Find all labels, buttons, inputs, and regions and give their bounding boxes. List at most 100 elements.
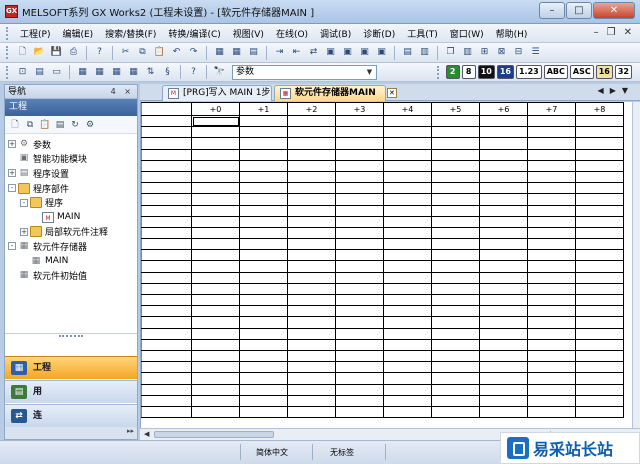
monitor-start-icon[interactable]: ▣ [323,45,338,60]
row-header[interactable] [141,193,192,206]
memory-cell[interactable] [431,193,480,206]
row-header[interactable] [141,114,192,128]
tree-item-program-setting[interactable]: + ▤ 程序设置 [5,166,137,181]
row-header[interactable] [141,249,192,262]
memory-cell[interactable] [191,126,240,139]
tab-scroll-left-icon[interactable]: ◀ [598,86,610,95]
memory-cell[interactable] [431,238,480,251]
memory-cell[interactable] [287,204,336,217]
memory-cell[interactable] [335,226,384,240]
nav-tab-project[interactable]: ▦ 工程 [5,356,137,379]
memory-cell[interactable] [287,170,336,184]
diagnostics-list-icon[interactable]: ▥ [417,45,432,60]
memory-cell[interactable] [575,260,624,273]
memory-cell[interactable] [479,372,528,385]
memory-cell[interactable] [527,114,576,128]
row-header[interactable] [141,338,192,351]
memory-cell[interactable] [239,338,288,351]
memory-cell[interactable] [335,282,384,296]
memory-cell[interactable] [431,137,480,150]
memory-cell[interactable] [335,394,384,407]
memory-cell[interactable] [239,249,288,262]
memory-cell[interactable] [527,327,576,340]
memory-cell[interactable] [383,204,432,217]
memory-cell[interactable] [239,193,288,206]
memory-cell[interactable] [335,305,384,318]
memory-cell[interactable] [383,126,432,139]
verify-icon[interactable]: ⇄ [306,45,321,60]
memory-cell[interactable] [239,260,288,273]
memory-cell[interactable] [479,316,528,329]
menu-online[interactable]: 在线(O) [270,27,314,40]
format-string-button[interactable]: ABC [543,65,568,79]
scroll-thumb[interactable] [154,431,274,438]
memory-cell[interactable] [191,338,240,351]
menu-find-replace[interactable]: 搜索/替换(F) [99,27,162,40]
memory-cell[interactable] [287,305,336,318]
memory-cell[interactable] [479,361,528,374]
memory-cell[interactable] [527,405,576,419]
memory-cell[interactable] [239,405,288,419]
device-list-icon[interactable]: ▦ [75,65,90,80]
memory-cell[interactable] [431,204,480,217]
memory-cell[interactable] [191,327,240,340]
memory-cell[interactable] [479,249,528,262]
format-hex-button[interactable]: 16 [496,65,514,79]
memory-cell[interactable] [383,260,432,273]
memory-cell[interactable] [191,394,240,407]
memory-cell[interactable] [287,271,336,284]
memory-cell[interactable] [383,293,432,307]
memory-cell[interactable] [575,316,624,329]
device-combo[interactable]: 参数 ▼ [232,64,377,80]
memory-cell[interactable] [239,383,288,396]
collapse-icon[interactable]: - [8,184,16,193]
tree-item-main-program[interactable]: M MAIN [5,210,137,225]
memory-cell[interactable] [383,305,432,318]
memory-cell[interactable] [239,372,288,385]
memory-cell[interactable] [383,226,432,240]
memory-cell[interactable] [383,137,432,150]
memory-cell[interactable] [527,126,576,139]
memory-cell[interactable] [479,293,528,307]
memory-cell[interactable] [383,159,432,172]
memory-cell[interactable] [191,238,240,251]
memory-cell[interactable] [383,182,432,195]
memory-cell[interactable] [575,405,624,419]
memory-cell[interactable] [431,215,480,228]
device-io-icon[interactable]: ⇅ [143,65,158,80]
memory-cell[interactable] [575,372,624,385]
row-header[interactable] [141,405,192,419]
memory-cell[interactable] [383,405,432,419]
mdi-minimize-icon[interactable]: – [594,27,599,38]
memory-cell[interactable] [239,238,288,251]
memory-cell[interactable] [575,349,624,363]
memory-cell[interactable] [527,193,576,206]
tab-program-main[interactable]: M [PRG]写入 MAIN 1步 [162,85,272,101]
window-cascade-icon[interactable]: ❐ [443,45,458,60]
memory-cell[interactable] [335,327,384,340]
memory-cell[interactable] [191,114,240,128]
row-header[interactable] [141,316,192,329]
menu-edit[interactable]: 编辑(E) [56,27,99,40]
memory-cell[interactable] [287,114,336,128]
memory-cell[interactable] [575,148,624,161]
memory-cell[interactable] [287,260,336,273]
minimize-button[interactable]: – [539,2,565,19]
format-32bit-button[interactable]: 32 [614,65,632,79]
memory-cell[interactable] [191,226,240,240]
window-arrange-icon[interactable]: ⊞ [477,45,492,60]
panel-splitter[interactable] [5,333,137,339]
tree-item-program-parts[interactable]: - 程序部件 [5,181,137,196]
memory-cell[interactable] [335,361,384,374]
copy-item-icon[interactable]: ⧉ [24,119,36,131]
paste-item-icon[interactable]: 📋 [39,119,51,131]
tree-item-intelligent-module[interactable]: ▣ 智能功能模块 [5,152,137,167]
mdi-close-icon[interactable]: ✕ [624,27,632,38]
row-header[interactable] [141,182,192,195]
memory-cell[interactable] [335,204,384,217]
binoculars-icon[interactable]: 🔭 [212,65,227,80]
cut-icon[interactable]: ✂ [118,45,133,60]
menu-help[interactable]: 帮助(H) [490,27,534,40]
memory-cell[interactable] [431,327,480,340]
memory-cell[interactable] [335,148,384,161]
